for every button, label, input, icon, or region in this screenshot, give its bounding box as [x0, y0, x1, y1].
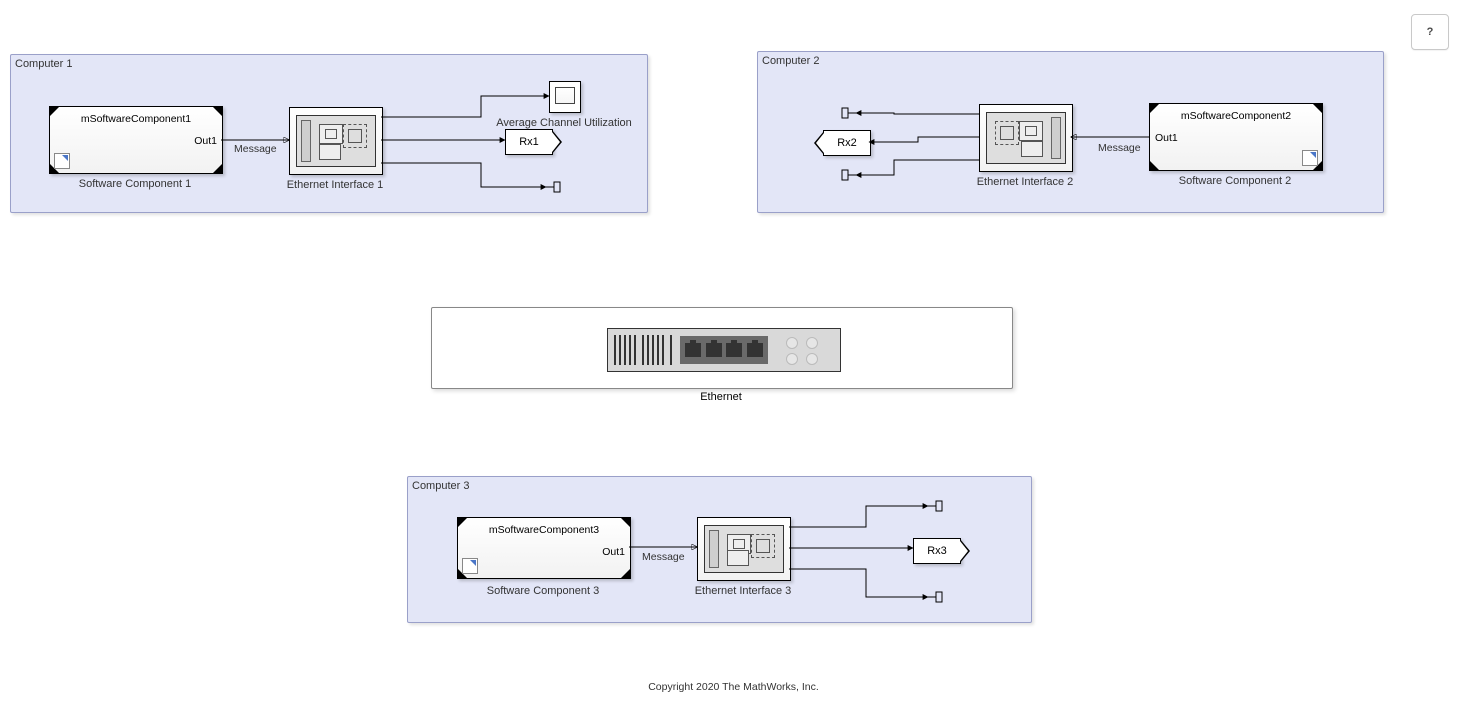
message-label-1: Message [234, 143, 277, 155]
software-component-2-label: Software Component 2 [1135, 175, 1335, 187]
model-reference-icon [462, 558, 478, 574]
copyright-text: Copyright 2020 The MathWorks, Inc. [0, 681, 1467, 693]
goto-rx1-text: Rx1 [519, 136, 539, 148]
software-component-2-port: Out1 [1155, 132, 1178, 144]
software-component-1-label: Software Component 1 [35, 178, 235, 190]
software-component-1-name: mSoftwareComponent1 [50, 113, 222, 125]
software-component-3[interactable]: mSoftwareComponent3 Out1 [457, 517, 631, 579]
ethernet-interface-2[interactable] [979, 104, 1073, 172]
ethernet-interface-3-label: Ethernet Interface 3 [643, 585, 843, 597]
computer-2-title: Computer 2 [762, 55, 819, 67]
ethernet-block[interactable] [431, 307, 1013, 389]
ethernet-switch-icon [607, 328, 841, 372]
goto-rx2-text: Rx2 [837, 137, 857, 149]
software-component-1[interactable]: mSoftwareComponent1 Out1 [49, 106, 223, 174]
model-reference-icon [54, 153, 70, 169]
software-component-3-port: Out1 [602, 546, 625, 558]
terminator-icon[interactable] [840, 169, 856, 181]
goto-rx3[interactable]: Rx3 [913, 538, 961, 564]
terminator-icon[interactable] [546, 181, 562, 193]
help-button[interactable]: ? [1411, 14, 1449, 50]
scope-label: Average Channel Utilization [464, 117, 664, 129]
computer-3-title: Computer 3 [412, 480, 469, 492]
goto-rx3-text: Rx3 [927, 545, 947, 557]
computer-2-group[interactable]: Computer 2 mSoftwareComponent2 Out1 Soft… [757, 51, 1384, 213]
terminator-icon[interactable] [928, 591, 944, 603]
terminator-icon[interactable] [840, 107, 856, 119]
ethernet-label: Ethernet [431, 391, 1011, 403]
ethernet-interface-1-label: Ethernet Interface 1 [235, 179, 435, 191]
message-label-3: Message [642, 551, 685, 563]
ethernet-interface-1[interactable] [289, 107, 383, 175]
ethernet-interface-2-label: Ethernet Interface 2 [925, 176, 1125, 188]
help-button-label: ? [1427, 26, 1434, 38]
scope-avg-channel-util[interactable] [549, 81, 581, 113]
computer-1-group[interactable]: Computer 1 mSoftwareComponent1 Out1 Soft… [10, 54, 648, 213]
terminator-icon[interactable] [928, 500, 944, 512]
goto-rx2[interactable]: Rx2 [823, 130, 871, 156]
software-component-1-port: Out1 [194, 135, 217, 147]
message-label-2: Message [1098, 142, 1141, 154]
software-component-2-name: mSoftwareComponent2 [1150, 110, 1322, 122]
computer-1-title: Computer 1 [15, 58, 72, 70]
computer-3-group[interactable]: Computer 3 mSoftwareComponent3 Out1 Soft… [407, 476, 1032, 623]
goto-rx1[interactable]: Rx1 [505, 129, 553, 155]
software-component-2[interactable]: mSoftwareComponent2 Out1 [1149, 103, 1323, 171]
ethernet-interface-3[interactable] [697, 517, 791, 581]
software-component-3-name: mSoftwareComponent3 [458, 524, 630, 536]
model-reference-icon [1302, 150, 1318, 166]
software-component-3-label: Software Component 3 [443, 585, 643, 597]
